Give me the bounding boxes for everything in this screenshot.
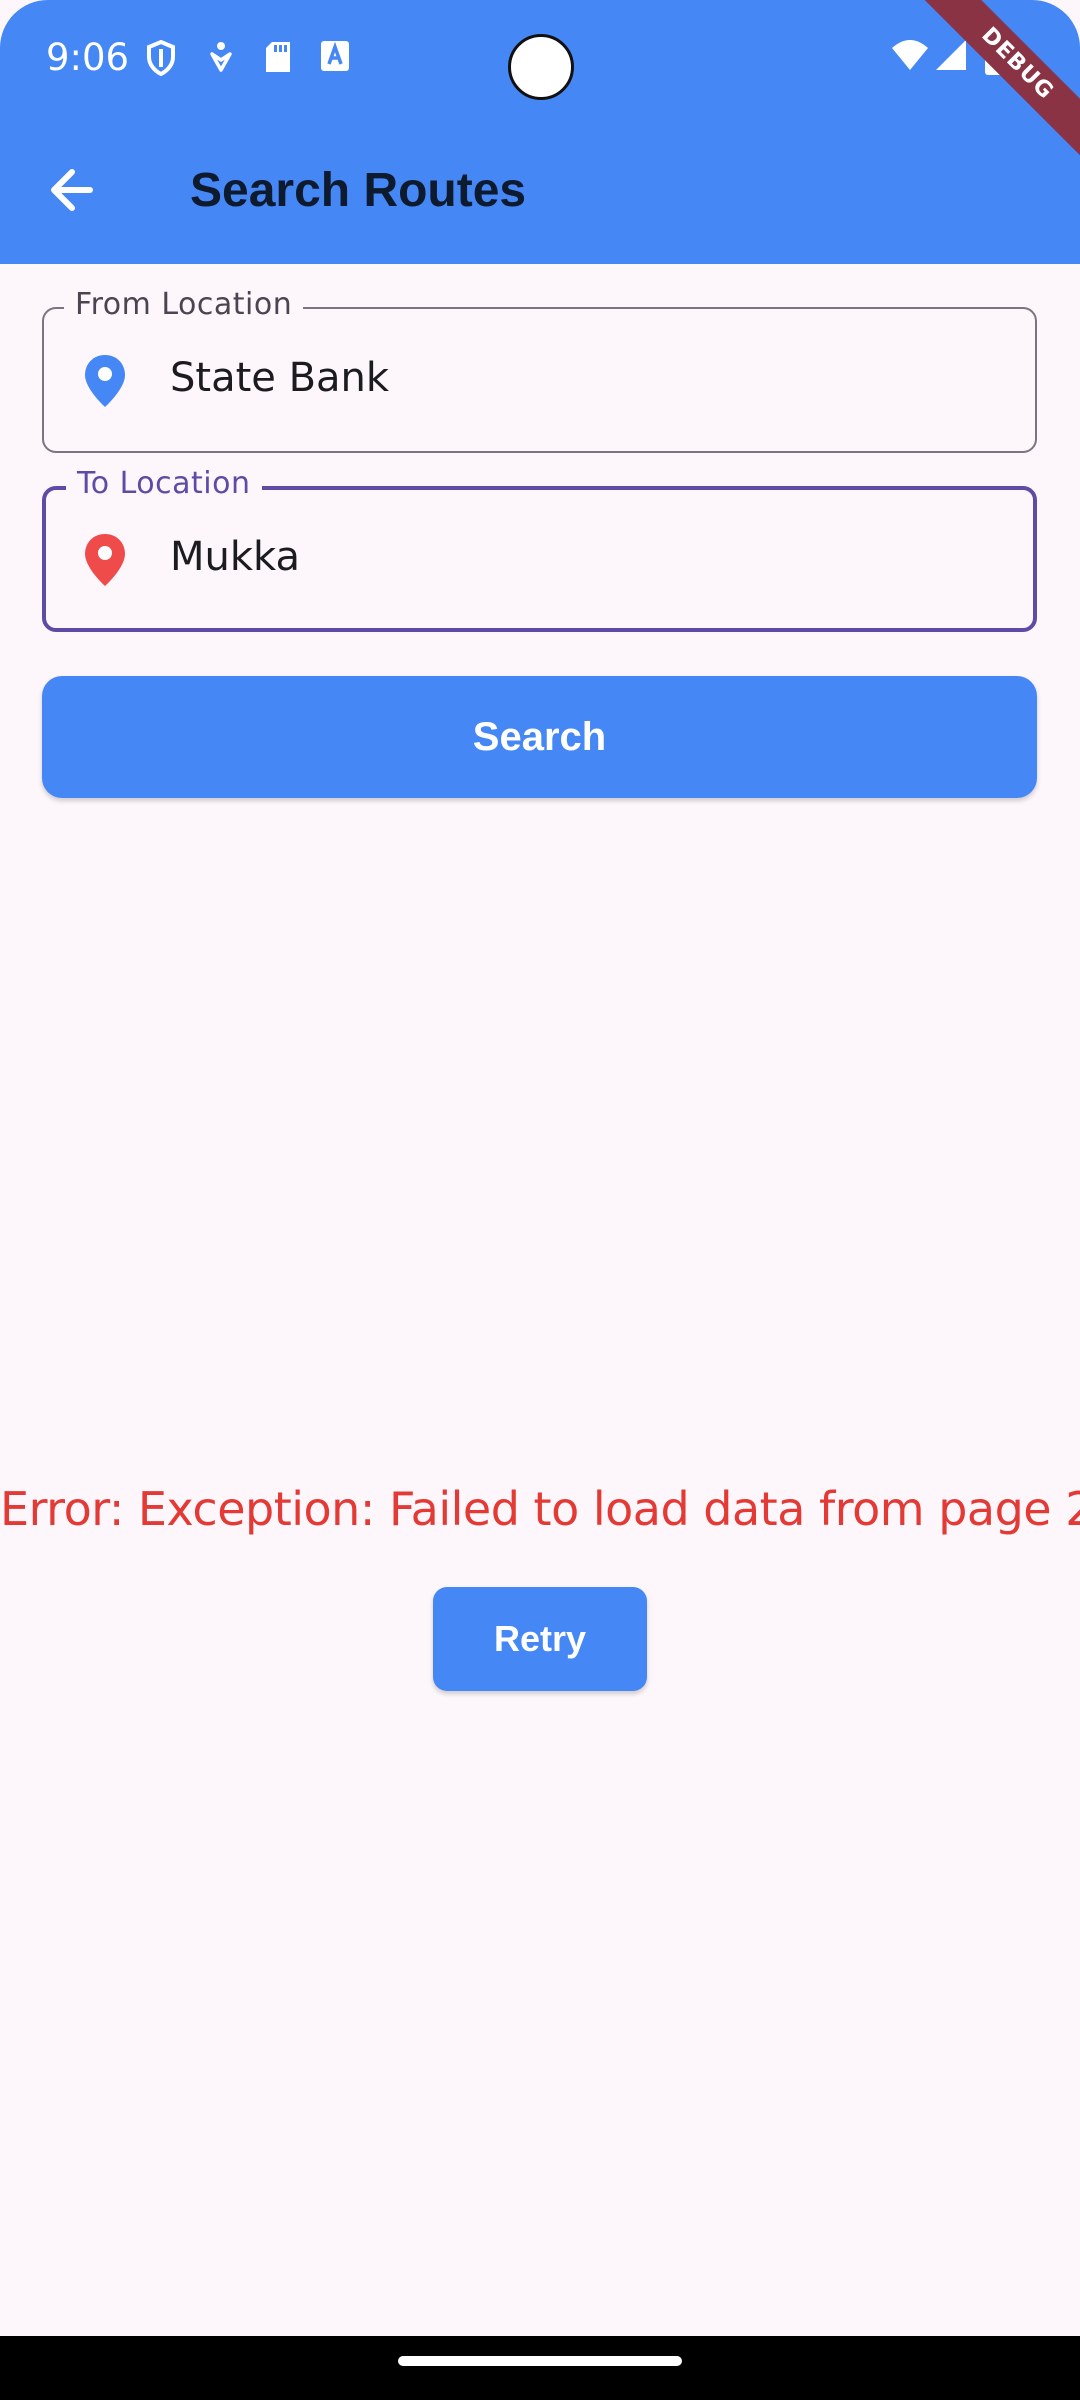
status-time: 9:06	[46, 36, 130, 79]
location-pin-icon	[85, 355, 125, 407]
search-button[interactable]: Search	[42, 676, 1037, 798]
arrow-back-icon[interactable]	[44, 160, 104, 220]
to-location-label: To Location	[66, 466, 262, 501]
app-bar: 9:06 DEBUG Search Routes	[0, 0, 1080, 264]
retry-button[interactable]: Retry	[433, 1587, 647, 1691]
sd-card-icon	[266, 42, 290, 72]
from-location-label: From Location	[64, 287, 304, 322]
to-location-value: Mukka	[170, 534, 300, 580]
to-location-field[interactable]: To Location Mukka	[42, 466, 1037, 632]
error-message: Error: Exception: Failed to load data fr…	[0, 1482, 1080, 1536]
wifi-icon	[892, 40, 928, 70]
page-title: Search Routes	[190, 164, 527, 217]
camera-cutout	[508, 34, 574, 100]
home-gesture-handle[interactable]	[398, 2356, 682, 2366]
text-a-icon	[321, 41, 349, 71]
shield-icon	[147, 40, 175, 76]
debug-banner: DEBUG	[914, 0, 1080, 167]
accessibility-icon	[210, 42, 232, 72]
from-location-field[interactable]: From Location State Bank	[42, 287, 1037, 453]
system-nav-bar	[0, 2336, 1080, 2400]
from-location-value: State Bank	[170, 355, 390, 401]
location-pin-icon	[85, 534, 125, 586]
signal-icon	[936, 40, 966, 70]
